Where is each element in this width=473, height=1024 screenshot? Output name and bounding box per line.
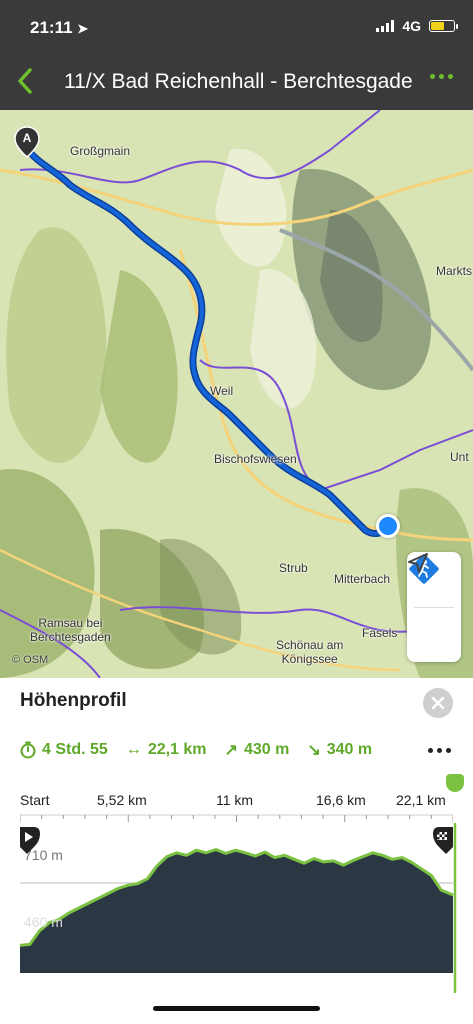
dot-icon — [428, 748, 433, 753]
descent-value: 340 m — [326, 741, 373, 758]
dot-icon — [439, 74, 444, 79]
arrow-down-right-icon: ↘ — [307, 742, 321, 759]
cell-signal-icon — [376, 20, 395, 32]
place-label: Schönau am Königssee — [276, 638, 344, 666]
current-location-dot — [376, 514, 400, 538]
start-marker-label: A — [22, 131, 32, 145]
status-time-text: 21:11 — [30, 18, 73, 37]
place-label: Mitterbach — [334, 572, 391, 586]
chevron-left-icon — [18, 68, 32, 94]
close-icon — [431, 696, 445, 710]
dot-icon — [437, 748, 442, 753]
x-axis-labels: Start 5,52 km 11 km 16,6 km 22,1 km — [0, 792, 473, 812]
duration-value: 4 Std. 55 — [42, 741, 108, 758]
close-button[interactable] — [423, 688, 453, 718]
distance-value: 22,1 km — [147, 741, 207, 758]
status-indicators: 4G — [376, 18, 458, 34]
x-tick-label: 11 km — [216, 792, 254, 808]
place-label: Großgmain — [70, 144, 131, 158]
place-label: Unt — [450, 450, 469, 464]
scrubber-handle[interactable] — [446, 774, 464, 792]
x-tick-label: 16,6 km — [316, 792, 366, 808]
map-canvas — [0, 110, 473, 678]
stats-more-button[interactable] — [428, 748, 451, 753]
battery-icon — [429, 20, 458, 32]
finish-flag-marker — [433, 827, 453, 854]
back-button[interactable] — [10, 64, 40, 98]
place-label: Strub — [279, 561, 308, 575]
map-controls — [407, 552, 461, 662]
top-bar: 21:11 ➤ 4G 11/X Bad Reichenhall - Bercht… — [0, 0, 473, 110]
place-label: Fasels — [362, 626, 398, 640]
network-type: 4G — [402, 18, 421, 34]
x-axis — [20, 814, 453, 822]
elevation-chart[interactable]: 710 m 460 m — [0, 823, 473, 1003]
route-stats: 4 Std. 55 ↔ 22,1 km ↗ 430 m ↘ 340 m — [20, 738, 420, 762]
duration-stat: 4 Std. 55 — [20, 738, 108, 762]
dot-icon — [448, 74, 453, 79]
horizontal-arrows-icon: ↔ — [125, 741, 142, 758]
status-time: 21:11 ➤ — [30, 18, 88, 38]
place-label: Markts — [436, 264, 472, 278]
ascent-stat: ↗ 430 m — [225, 738, 290, 762]
page-title: 11/X Bad Reichenhall - Berchtesgaden — [64, 70, 414, 93]
elevation-profile-panel: Höhenprofil 4 Std. 55 ↔ 22,1 km ↗ 430 m … — [0, 678, 473, 1024]
distance-stat: ↔ 22,1 km — [126, 738, 207, 762]
dot-icon — [446, 748, 451, 753]
ascent-value: 430 m — [243, 741, 290, 758]
locate-me-button[interactable] — [407, 553, 461, 663]
place-label: Weil — [210, 384, 234, 398]
x-tick-label: 22,1 km — [396, 792, 446, 808]
x-tick-label: Start — [20, 792, 50, 808]
more-options-button[interactable] — [430, 74, 453, 79]
y-label-bottom: 460 m — [24, 914, 63, 930]
location-arrow-icon: ➤ — [77, 21, 89, 36]
dot-icon — [430, 74, 435, 79]
place-label: Ramsau bei Berchtesgaden — [30, 616, 111, 644]
x-tick-label: 5,52 km — [97, 792, 147, 808]
map-attribution: © OSM — [12, 654, 49, 666]
descent-stat: ↘ 340 m — [307, 738, 372, 762]
route-map[interactable]: A Großgmain Markts Weil Bischofswiesen U… — [0, 110, 473, 678]
home-indicator — [153, 1006, 320, 1011]
arrow-up-right-icon: ↗ — [224, 742, 238, 759]
panel-title: Höhenprofil — [20, 690, 127, 711]
place-label: Bischofswiesen — [214, 452, 297, 466]
navigation-arrow-icon — [408, 553, 428, 573]
stopwatch-icon — [20, 741, 36, 759]
start-marker[interactable]: A — [14, 126, 40, 158]
